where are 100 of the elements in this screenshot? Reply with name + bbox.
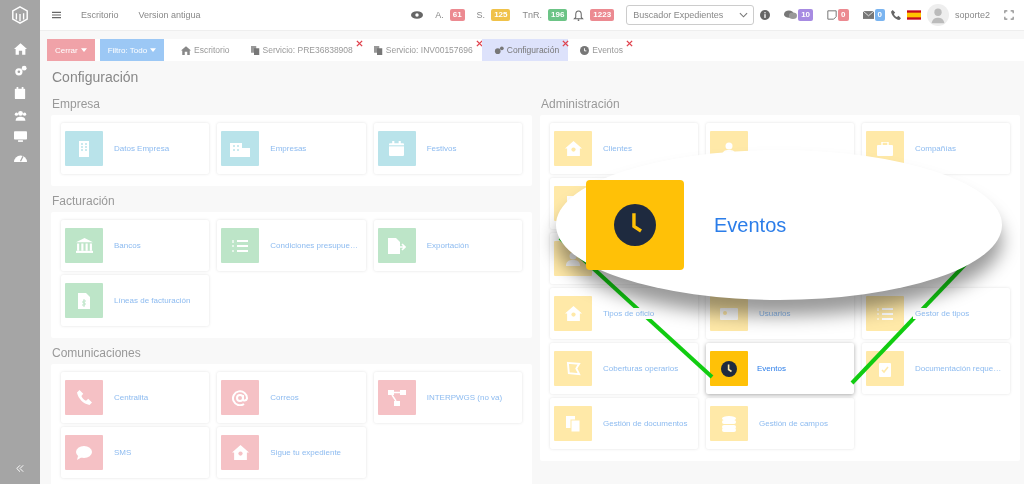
close-icon[interactable] [355, 40, 363, 47]
briefcase-icon [877, 141, 893, 156]
counter-label: A. [435, 10, 444, 20]
tile-label: INTERPWGS (no va) [424, 392, 505, 403]
page-title: Configuración [52, 69, 140, 85]
section-heading: Administración [541, 97, 621, 111]
spain-flag-icon[interactable] [906, 10, 921, 20]
calendar-icon[interactable] [14, 87, 26, 99]
caret-icon [150, 48, 157, 52]
tile-label: Usuarios [757, 308, 793, 319]
settings-tile[interactable]: INTERPWGS (no va) [373, 372, 522, 423]
tab[interactable]: Escritorio [169, 39, 239, 61]
eye-icon[interactable] [411, 11, 424, 19]
settings-tile[interactable]: Festivos [373, 123, 522, 174]
clock-icon [580, 45, 590, 55]
section-heading: Comunicaciones [52, 346, 142, 360]
cube-logo-icon [11, 6, 29, 24]
count-badge: 0 [838, 9, 849, 21]
monitor-icon[interactable] [13, 131, 27, 143]
settings-tile[interactable]: Coberturas operarios [550, 343, 698, 394]
polygon-icon [565, 361, 581, 376]
settings-tile[interactable]: Datos Empresa [61, 123, 210, 174]
dashboard-icon[interactable] [13, 153, 27, 163]
files-icon [566, 415, 580, 432]
users-icon[interactable] [13, 109, 27, 121]
clock-icon [614, 204, 656, 246]
settings-tile[interactable]: Empresas [217, 123, 366, 174]
info-icon[interactable] [760, 10, 771, 20]
tile-label: Empresas [268, 143, 309, 154]
dropdown-button[interactable]: Cerrar [47, 39, 95, 61]
highlighted-tile[interactable]: Eventos [706, 343, 854, 394]
section-heading: Empresa [52, 97, 102, 111]
house-icon [564, 141, 582, 156]
settings-tile[interactable]: Gestión de documentos [550, 398, 698, 449]
magnified-label: Eventos [714, 213, 787, 237]
buildings-icon [230, 140, 251, 157]
count-badge: 10 [798, 9, 814, 21]
fullscreen-icon[interactable] [1004, 10, 1014, 20]
settings-tile[interactable]: Líneas de facturación [61, 275, 210, 326]
close-icon[interactable] [625, 40, 633, 47]
tile-label: Líneas de facturación [112, 295, 193, 306]
list-icon [232, 238, 249, 253]
at-sign-icon [232, 389, 249, 406]
tab[interactable]: Servicio: PRE36838908 [238, 39, 362, 61]
menu-icon[interactable] [52, 11, 61, 19]
settings-tile[interactable]: Gestión de campos [706, 398, 854, 449]
tile-label: Exportación [424, 240, 471, 251]
id-card-icon [720, 307, 738, 320]
tile-label: Gestor de tipos [913, 308, 972, 319]
tile-label: Festivos [424, 143, 459, 154]
user-name[interactable]: soporte2 [954, 10, 990, 20]
count-badge: 196 [548, 9, 568, 21]
chat-icon[interactable] [784, 10, 798, 20]
gears-icon[interactable] [13, 65, 27, 77]
settings-tile[interactable]: Sigue tu expediente [217, 427, 366, 478]
search-dropdown[interactable]: Buscador Expedientes [626, 5, 755, 25]
counter-label: TnR. [522, 10, 542, 20]
settings-tile[interactable]: Correos [217, 372, 366, 423]
count-badge: 0 [874, 9, 885, 21]
tile-label: Tipos de oficio [601, 308, 657, 319]
house-icon [564, 306, 582, 321]
note-icon[interactable] [827, 10, 838, 20]
tile-label: Gestión de documentos [601, 418, 690, 429]
documents-icon [373, 45, 383, 55]
file-export-icon [387, 237, 406, 254]
tile-label: Eventos [757, 364, 786, 373]
tile-label: Coberturas operarios [601, 363, 681, 374]
building-icon [77, 140, 91, 157]
phone-icon[interactable] [890, 10, 901, 20]
settings-tile[interactable]: Documentación reque… [862, 343, 1010, 394]
envelope-icon[interactable] [862, 11, 874, 19]
count-badge: 61 [449, 9, 465, 21]
counter-label: S. [476, 10, 486, 20]
list-icon [877, 306, 893, 321]
nav-link[interactable]: Escritorio [81, 10, 119, 20]
settings-tile[interactable]: Bancos [61, 220, 210, 271]
section-heading: Facturación [52, 194, 116, 208]
tile-label: Bancos [112, 240, 143, 251]
tile-label: Condiciones presupue… [268, 240, 360, 251]
settings-tile[interactable]: Centralita [61, 372, 210, 423]
dropdown-button[interactable]: Filtro: Todo [99, 39, 165, 61]
tile-label: Documentación reque… [913, 363, 1004, 374]
tab[interactable]: Eventos [568, 39, 632, 61]
documents-icon [250, 45, 260, 55]
nav-link[interactable]: Version antigua [138, 10, 201, 20]
gears-icon [493, 45, 504, 55]
tile-label: Datos Empresa [112, 143, 172, 154]
tile-label: Correos [268, 392, 301, 403]
settings-tile[interactable]: Condiciones presupue… [217, 220, 366, 271]
tab[interactable]: Configuración [481, 39, 569, 61]
caret-icon [80, 48, 87, 52]
settings-tile[interactable]: Exportación [373, 220, 522, 271]
tile-label: Gestión de campos [757, 418, 830, 429]
settings-tile[interactable]: Tipos de oficio [550, 288, 698, 339]
close-icon[interactable] [562, 40, 570, 47]
settings-tile[interactable]: SMS [61, 427, 210, 478]
settings-tile[interactable]: Gestor de tipos [862, 288, 1010, 339]
bell-icon[interactable] [573, 9, 585, 21]
notification-badge: 1223 [590, 9, 615, 21]
home-icon[interactable] [13, 43, 27, 55]
